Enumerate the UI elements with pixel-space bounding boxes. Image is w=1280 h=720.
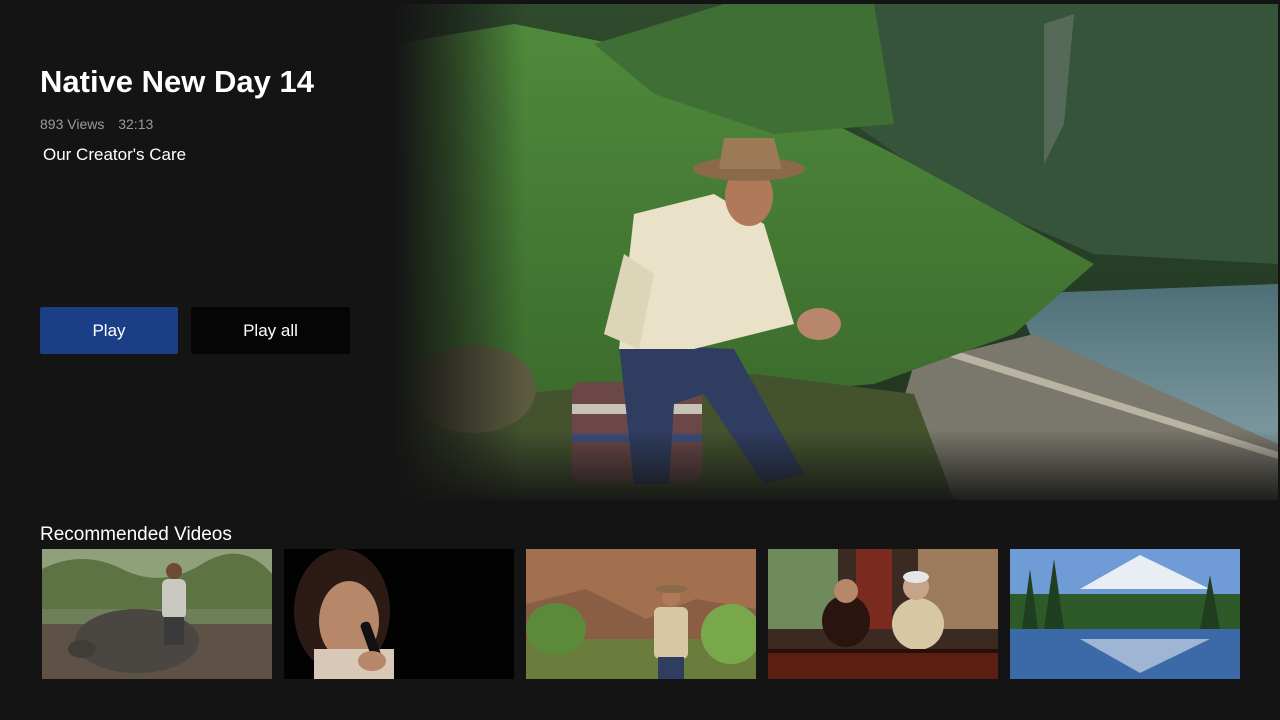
hero-left-fade — [394, 4, 524, 500]
episode-subtitle: Our Creator's Care — [43, 145, 187, 164]
play-button[interactable]: Play — [40, 307, 178, 354]
singer-scene-image — [284, 549, 514, 679]
video-meta: 893 Views 32:13 — [40, 116, 153, 132]
hero-video-preview — [394, 4, 1278, 500]
mountain-lake-scene-image — [1010, 549, 1240, 679]
recommended-videos-heading: Recommended Videos — [40, 524, 232, 545]
hero-bottom-fade — [394, 430, 1278, 500]
recommended-video-thumbnail[interactable] — [768, 549, 998, 679]
tv-home-screen: Native New Day 14 893 Views 32:13 Our Cr… — [0, 0, 1280, 720]
recommended-video-thumbnail[interactable] — [526, 549, 756, 679]
play-all-button[interactable]: Play all — [191, 307, 350, 354]
view-count: 893 Views — [40, 116, 105, 132]
canyon-scene-image — [526, 549, 756, 679]
hero-scene-image — [394, 4, 1278, 500]
video-duration: 32:13 — [118, 116, 154, 132]
hosts-desk-scene-image — [768, 549, 998, 679]
tortoise-scene-image — [42, 549, 272, 679]
video-title: Native New Day 14 — [40, 64, 314, 99]
recommended-video-thumbnail[interactable] — [42, 549, 272, 679]
recommended-video-thumbnail[interactable] — [284, 549, 514, 679]
recommended-video-thumbnail[interactable] — [1010, 549, 1240, 679]
